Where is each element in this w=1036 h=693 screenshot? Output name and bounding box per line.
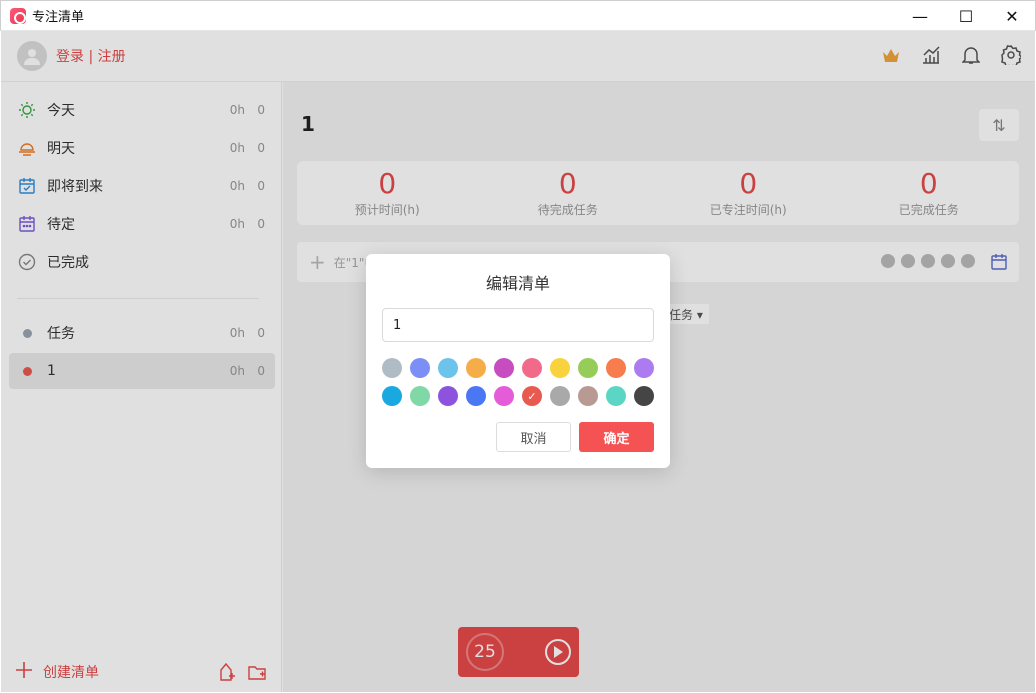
- color-swatch[interactable]: [550, 386, 570, 406]
- color-swatch[interactable]: [438, 358, 458, 378]
- minimize-button[interactable]: —: [897, 1, 943, 31]
- window-controls: — ☐ ✕: [897, 1, 1035, 31]
- color-swatch[interactable]: [466, 386, 486, 406]
- color-swatch[interactable]: [522, 358, 542, 378]
- edit-list-dialog: 编辑清单 ✓ 取消 确定: [366, 254, 670, 468]
- color-swatch[interactable]: [410, 358, 430, 378]
- dialog-title: 编辑清单: [485, 274, 550, 293]
- title-bar: 专注清单 — ☐ ✕: [0, 0, 1036, 31]
- color-swatch[interactable]: [634, 358, 654, 378]
- close-button[interactable]: ✕: [989, 1, 1035, 31]
- color-swatch[interactable]: [438, 386, 458, 406]
- color-swatch[interactable]: [578, 386, 598, 406]
- color-swatch[interactable]: [410, 386, 430, 406]
- color-palette: ✓: [382, 358, 658, 406]
- color-swatch[interactable]: [578, 358, 598, 378]
- maximize-button[interactable]: ☐: [943, 1, 989, 31]
- color-swatch[interactable]: [606, 386, 626, 406]
- app-title: 专注清单: [32, 10, 85, 25]
- color-swatch[interactable]: [382, 358, 402, 378]
- app-icon: [10, 7, 26, 24]
- color-swatch-selected[interactable]: ✓: [522, 386, 542, 406]
- list-name-input[interactable]: [382, 308, 654, 342]
- color-swatch[interactable]: [466, 358, 486, 378]
- color-swatch[interactable]: [550, 358, 570, 378]
- color-swatch[interactable]: [494, 386, 514, 406]
- confirm-button[interactable]: 确定: [579, 422, 654, 452]
- color-swatch[interactable]: [494, 358, 514, 378]
- color-swatch[interactable]: [382, 386, 402, 406]
- color-swatch[interactable]: [606, 358, 626, 378]
- color-swatch[interactable]: [634, 386, 654, 406]
- cancel-button[interactable]: 取消: [496, 422, 571, 452]
